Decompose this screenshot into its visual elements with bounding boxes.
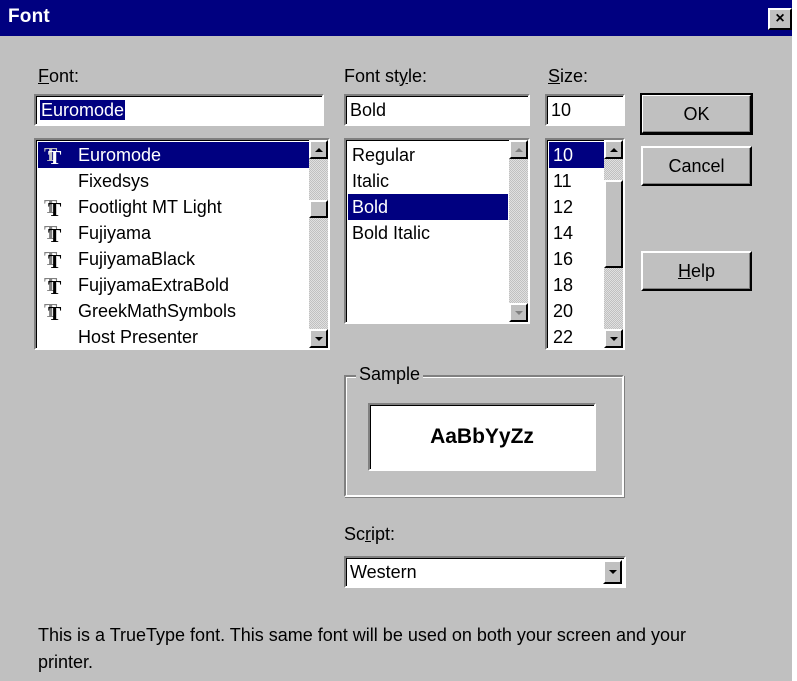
list-item-label: Italic [352, 171, 390, 191]
font-style-label: Font style: [344, 66, 428, 86]
list-item-label: 10 [553, 145, 574, 165]
list-item[interactable]: T T Fujiyama [38, 220, 310, 246]
font-dialog: Font × Font: Euromode T T Euromode Fixedsys… [0, 0, 797, 681]
list-item-label: Bold Italic [352, 223, 431, 243]
list-item-label: 16 [553, 249, 574, 269]
truetype-icon: TT [44, 144, 62, 169]
list-item[interactable]: T T GreekMathSymbols [38, 298, 310, 324]
size-value: 10 [551, 100, 572, 120]
list-item-label: Euromode [78, 145, 162, 165]
truetype-icon: TT [44, 274, 62, 299]
sample-label: Sample [356, 364, 424, 385]
cancel-button-label: Cancel [668, 155, 725, 176]
truetype-icon: TT [44, 222, 62, 247]
list-item-label: Bold [352, 197, 389, 217]
size-label: Size: [548, 66, 589, 86]
size-input[interactable]: 10 [545, 94, 625, 126]
arrow-up-icon [609, 147, 618, 152]
sample-text: AaBbYyZz [430, 425, 534, 448]
sample-preview: AaBbYyZz [368, 403, 596, 471]
arrow-up-icon [514, 147, 523, 152]
list-item[interactable]: T T Footlight MT Light [38, 194, 310, 220]
ok-button[interactable]: OK [640, 93, 753, 135]
help-button-label: Help [677, 260, 716, 281]
list-item-label: Host Presenter [78, 327, 199, 347]
script-select[interactable]: Western [344, 556, 626, 588]
list-item[interactable]: 22 [549, 324, 605, 348]
scroll-down-button[interactable] [604, 329, 623, 348]
truetype-icon: TT [44, 196, 62, 221]
font-style-input[interactable]: Bold [344, 94, 530, 126]
list-item[interactable]: Fixedsys [38, 168, 310, 194]
list-item-label: 11 [553, 171, 572, 191]
list-item[interactable]: 16 [549, 246, 605, 272]
font-list-scrollbar[interactable] [309, 140, 328, 348]
font-name-value: Euromode [40, 100, 126, 120]
font-list[interactable]: T T Euromode Fixedsys T T Footlight MT Light T T… [34, 138, 330, 350]
dialog-title: Font [8, 6, 50, 27]
script-value: Western [350, 562, 417, 582]
script-dropdown-button[interactable] [603, 560, 622, 584]
font-style-list[interactable]: Regular Italic Bold Bold Italic [344, 138, 530, 324]
script-label: Script: [344, 524, 396, 544]
scroll-up-button[interactable] [604, 140, 623, 159]
close-button[interactable]: × [768, 8, 792, 30]
scroll-down-button[interactable] [509, 303, 528, 322]
list-item[interactable]: Regular [348, 142, 508, 168]
list-item[interactable]: Bold [348, 194, 508, 220]
size-list[interactable]: 10 11 12 14 16 18 20 22 [545, 138, 625, 350]
font-label: Font: [38, 66, 80, 86]
ok-button-label: OK [683, 103, 710, 124]
list-item[interactable]: Bold Italic [348, 220, 508, 246]
font-name-input[interactable]: Euromode [34, 94, 324, 126]
arrow-down-icon [609, 336, 618, 341]
window-edge [792, 0, 797, 681]
scroll-up-button[interactable] [509, 140, 528, 159]
list-item[interactable]: 20 [549, 298, 605, 324]
chevron-down-icon [608, 570, 617, 574]
list-item[interactable]: T T Euromode [38, 142, 310, 168]
arrow-down-icon [314, 336, 323, 341]
list-item[interactable]: 18 [549, 272, 605, 298]
truetype-icon: TT [44, 300, 62, 325]
truetype-icon: TT [44, 248, 62, 273]
list-item[interactable]: T T FujiyamaBlack [38, 246, 310, 272]
scroll-up-button[interactable] [309, 140, 328, 159]
list-item[interactable]: 12 [549, 194, 605, 220]
list-item-label: FujiyamaBlack [78, 249, 196, 269]
list-item[interactable]: 14 [549, 220, 605, 246]
list-item-label: Fujiyama [78, 223, 152, 243]
cancel-button[interactable]: Cancel [641, 146, 752, 186]
list-item[interactable]: 11 [549, 168, 605, 194]
close-icon: × [775, 10, 785, 27]
list-item-label: 18 [553, 275, 574, 295]
list-item[interactable]: T T FujiyamaExtraBold [38, 272, 310, 298]
list-item-label: 14 [553, 223, 574, 243]
list-item-label: FujiyamaExtraBold [78, 275, 230, 295]
font-description: This is a TrueType font. This same font … [38, 625, 687, 672]
list-item[interactable]: Host Presenter [38, 324, 310, 348]
font-style-scrollbar[interactable] [509, 140, 528, 322]
help-button[interactable]: Help [641, 251, 752, 291]
list-item[interactable]: Italic [348, 168, 508, 194]
list-item-label: 22 [553, 327, 574, 347]
list-item-label: GreekMathSymbols [78, 301, 237, 321]
list-item-label: 20 [553, 301, 574, 321]
arrow-up-icon [314, 147, 323, 152]
list-item-label: Footlight MT Light [78, 197, 222, 217]
scroll-down-button[interactable] [309, 329, 328, 348]
size-list-scrollbar[interactable] [604, 140, 623, 348]
font-style-value: Bold [350, 100, 387, 120]
arrow-down-icon [514, 310, 523, 315]
list-item-label: Regular [352, 145, 416, 165]
scroll-thumb[interactable] [604, 180, 623, 268]
list-item[interactable]: 10 [549, 142, 605, 168]
list-item-label: Fixedsys [78, 171, 150, 191]
title-bar[interactable]: Font × [0, 0, 792, 36]
list-item-label: 12 [553, 197, 574, 217]
scroll-thumb[interactable] [309, 200, 328, 218]
